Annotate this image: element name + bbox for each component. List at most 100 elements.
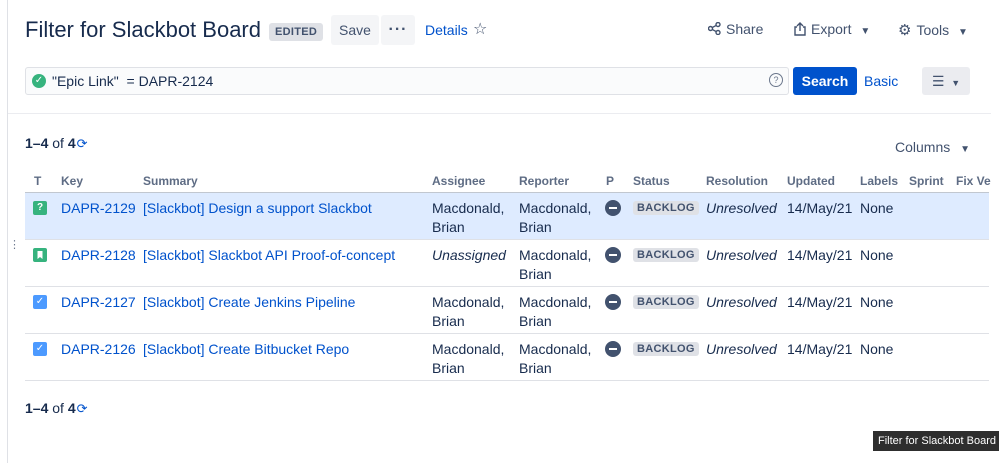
refresh-icon[interactable]: ⟳ <box>77 136 88 151</box>
status-badge: BACKLOG <box>633 295 699 309</box>
table-row[interactable]: DAPR-2128 [Slackbot] Slackbot API Proof-… <box>25 240 989 287</box>
issue-key[interactable]: DAPR-2126 <box>61 340 136 359</box>
results-count-bottom: 1–4 of 4⟳ <box>25 400 88 417</box>
basic-mode-link[interactable]: Basic <box>864 73 898 89</box>
table-row[interactable]: ✓ DAPR-2127 [Slackbot] Create Jenkins Pi… <box>25 287 989 334</box>
columns-label: Columns <box>895 139 951 155</box>
results-count-top: 1–4 of 4⟳ <box>25 135 88 152</box>
help-icon[interactable]: ? <box>769 73 783 87</box>
issue-assignee[interactable]: Macdonald, Brian <box>432 340 504 378</box>
section-divider <box>8 113 991 114</box>
issue-resolution: Unresolved <box>706 200 777 216</box>
search-button[interactable]: Search <box>793 67 857 95</box>
export-button[interactable]: Export ▼ <box>794 21 870 37</box>
chevron-down-icon: ▼ <box>958 27 968 38</box>
issue-reporter[interactable]: Macdonald, Brian <box>519 340 591 378</box>
priority-icon <box>605 247 621 263</box>
table-row[interactable]: ? DAPR-2129 [Slackbot] Design a support … <box>25 193 989 240</box>
share-icon <box>707 21 721 36</box>
issue-reporter[interactable]: Macdonald, Brian <box>519 246 591 284</box>
search-bar: ✓ "Epic Link" = DAPR-2124 ? Search Basic… <box>25 67 974 95</box>
issue-key[interactable]: DAPR-2128 <box>61 246 136 265</box>
issue-labels: None <box>860 294 894 310</box>
jql-query-input[interactable]: ✓ "Epic Link" = DAPR-2124 ? <box>25 67 789 95</box>
jql-query-text[interactable]: "Epic Link" = DAPR-2124 <box>52 73 213 89</box>
column-header-resolution[interactable]: Resolution <box>706 174 768 188</box>
question-type-icon: ? <box>33 201 47 215</box>
results-range: 1–4 <box>25 400 49 416</box>
issue-labels: None <box>860 200 894 216</box>
task-type-icon: ✓ <box>33 342 47 356</box>
filter-header: Filter for Slackbot Board EDITED Save ··… <box>25 14 999 48</box>
issue-reporter[interactable]: Macdonald, Brian <box>519 199 591 237</box>
issue-resolution: Unresolved <box>706 294 777 310</box>
issue-key[interactable]: DAPR-2129 <box>61 199 136 218</box>
issue-updated: 14/May/21 <box>787 200 853 216</box>
issue-summary[interactable]: [Slackbot] Create Jenkins Pipeline <box>143 293 355 312</box>
column-header-updated[interactable]: Updated <box>787 174 835 188</box>
status-badge: BACKLOG <box>633 248 699 262</box>
details-link[interactable]: Details <box>425 22 468 38</box>
tools-label: Tools <box>916 22 950 38</box>
export-label: Export <box>811 21 852 37</box>
task-type-icon: ✓ <box>33 295 47 309</box>
issue-assignee[interactable]: Unassigned <box>432 246 506 265</box>
left-border <box>7 0 8 463</box>
issue-key[interactable]: DAPR-2127 <box>61 293 136 312</box>
column-header-reporter[interactable]: Reporter <box>519 174 569 188</box>
column-header-key[interactable]: Key <box>61 174 83 188</box>
chevron-down-icon: ▼ <box>960 144 971 155</box>
results-total: 4 <box>67 400 76 416</box>
results-of: of <box>52 135 64 151</box>
tooltip: Filter for Slackbot Board <box>873 431 999 451</box>
table-row[interactable]: ✓ DAPR-2126 [Slackbot] Create Bitbucket … <box>25 334 989 381</box>
column-header-summary[interactable]: Summary <box>143 174 198 188</box>
chevron-down-icon: ▼ <box>860 26 871 37</box>
column-header-status[interactable]: Status <box>633 174 670 188</box>
issue-assignee[interactable]: Macdonald, Brian <box>432 199 504 237</box>
issue-updated: 14/May/21 <box>787 341 853 357</box>
export-icon <box>794 22 806 36</box>
page-title: Filter for Slackbot Board <box>25 17 261 42</box>
more-options-button[interactable]: ··· <box>381 15 415 45</box>
share-button[interactable]: Share <box>707 21 764 37</box>
valid-query-check-icon: ✓ <box>32 74 46 88</box>
save-button[interactable]: Save <box>331 15 379 45</box>
priority-icon <box>605 200 621 216</box>
column-header-type[interactable]: T <box>34 174 41 188</box>
priority-icon <box>605 294 621 310</box>
star-icon[interactable]: ☆ <box>473 19 487 39</box>
story-type-icon <box>33 248 47 262</box>
status-badge: BACKLOG <box>633 201 699 215</box>
tools-button[interactable]: ⚙ Tools ▼ <box>898 21 968 39</box>
issue-assignee[interactable]: Macdonald, Brian <box>432 293 504 331</box>
refresh-icon[interactable]: ⟳ <box>77 401 88 416</box>
view-menu-button[interactable]: ☰ ▼ <box>922 67 970 95</box>
priority-icon <box>605 341 621 357</box>
status-badge: BACKLOG <box>633 342 699 356</box>
issue-resolution: Unresolved <box>706 247 777 263</box>
issue-updated: 14/May/21 <box>787 247 853 263</box>
issue-resolution: Unresolved <box>706 341 777 357</box>
resize-handle-icon[interactable]: ⋮ <box>9 240 20 251</box>
column-header-labels[interactable]: Labels <box>860 174 898 188</box>
results-range: 1–4 <box>25 135 49 151</box>
issue-summary[interactable]: [Slackbot] Design a support Slackbot <box>143 199 372 218</box>
column-header-assignee[interactable]: Assignee <box>432 174 485 188</box>
issue-labels: None <box>860 341 894 357</box>
issue-reporter[interactable]: Macdonald, Brian <box>519 293 591 331</box>
column-header-fix-version[interactable]: Fix Ve <box>956 174 991 188</box>
gear-icon: ⚙ <box>898 22 912 39</box>
issue-summary[interactable]: [Slackbot] Slackbot API Proof-of-concept <box>143 246 395 265</box>
share-label: Share <box>726 21 764 37</box>
columns-button[interactable]: Columns ▼ <box>895 139 970 155</box>
column-header-priority[interactable]: P <box>606 174 614 188</box>
chevron-down-icon: ▼ <box>951 77 961 88</box>
issue-labels: None <box>860 247 894 263</box>
issue-updated: 14/May/21 <box>787 294 853 310</box>
results-total: 4 <box>67 135 76 151</box>
edited-badge: EDITED <box>269 23 324 41</box>
issue-summary[interactable]: [Slackbot] Create Bitbucket Repo <box>143 340 349 359</box>
list-icon: ☰ <box>931 72 945 89</box>
column-header-sprint[interactable]: Sprint <box>909 174 944 188</box>
